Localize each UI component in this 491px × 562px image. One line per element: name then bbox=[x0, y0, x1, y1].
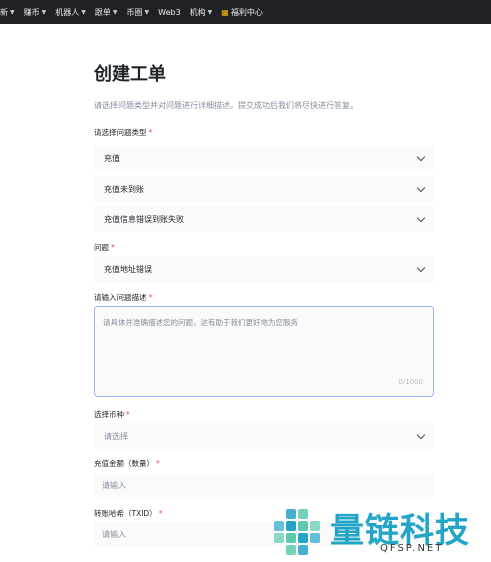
nav-item-institutional[interactable]: 机构 ▼ bbox=[190, 7, 213, 18]
watermark-logo-icon bbox=[274, 509, 320, 555]
issue-type-select-3[interactable]: 充值信息错误到账失败 bbox=[94, 206, 434, 232]
question-select[interactable]: 充值地址错误 bbox=[94, 256, 434, 282]
description-textarea[interactable]: 请具体并准确描述您的问题，这有助于我们更好地为您服务 0/1000 bbox=[94, 306, 434, 397]
caret-down-icon: ▼ bbox=[144, 8, 150, 16]
top-nav: 新 ▼ 赚币 ▼ 机器人 ▼ 跟单 ▼ 币圈 ▼ Web3 机构 ▼ ▦ 福利中心 bbox=[0, 0, 491, 24]
nav-item-bots[interactable]: 机器人 ▼ bbox=[55, 7, 86, 18]
page-subtitle: 请选择问题类型并对问题进行详细描述。提交成功后我们将尽快进行答复。 bbox=[94, 101, 358, 110]
caret-down-icon: ▼ bbox=[207, 8, 213, 16]
chevron-down-icon bbox=[416, 183, 426, 192]
issue-type-label: 请选择问题类型 * bbox=[94, 128, 153, 137]
caret-down-icon: ▼ bbox=[112, 8, 118, 16]
nav-item-earn[interactable]: 赚币 ▼ bbox=[24, 7, 47, 18]
nav-item-crypto[interactable]: 币圈 ▼ bbox=[127, 7, 150, 18]
txid-label: 转账哈希（TXID） * bbox=[94, 509, 163, 518]
amount-label: 充值金额（数量） * bbox=[94, 459, 160, 468]
chevron-down-icon bbox=[416, 213, 426, 222]
chevron-down-icon bbox=[416, 263, 426, 272]
watermark: 量链科技 QFSP.NET bbox=[270, 503, 491, 562]
amount-input[interactable]: 请输入 bbox=[94, 473, 434, 497]
caret-down-icon: ▼ bbox=[10, 8, 15, 16]
nav-item-copy-trading[interactable]: 跟单 ▼ bbox=[95, 7, 118, 18]
issue-type-select-2[interactable]: 充值未到账 bbox=[94, 176, 434, 202]
description-placeholder: 请具体并准确描述您的问题，这有助于我们更好地为您服务 bbox=[103, 318, 298, 327]
character-count: 0/1000 bbox=[398, 378, 423, 386]
watermark-subtext: QFSP.NET bbox=[380, 543, 444, 554]
coin-label: 选择币种 * bbox=[94, 410, 130, 419]
description-label: 请输入问题描述 * bbox=[94, 293, 153, 302]
nav-item-rewards[interactable]: ▦ 福利中心 bbox=[221, 7, 263, 18]
question-label: 问题 * bbox=[94, 243, 115, 252]
caret-down-icon: ▼ bbox=[81, 8, 86, 16]
caret-down-icon: ▼ bbox=[41, 8, 47, 16]
chevron-down-icon bbox=[416, 152, 426, 161]
nav-item-new[interactable]: 新 ▼ bbox=[0, 7, 15, 18]
nav-item-web3[interactable]: Web3 bbox=[158, 8, 181, 17]
chevron-down-icon bbox=[416, 430, 426, 439]
page-title: 创建工单 bbox=[94, 64, 166, 85]
coin-select[interactable]: 请选择 bbox=[94, 423, 434, 449]
issue-type-select-1[interactable]: 充值 bbox=[94, 145, 434, 171]
gift-icon: ▦ bbox=[221, 7, 229, 17]
